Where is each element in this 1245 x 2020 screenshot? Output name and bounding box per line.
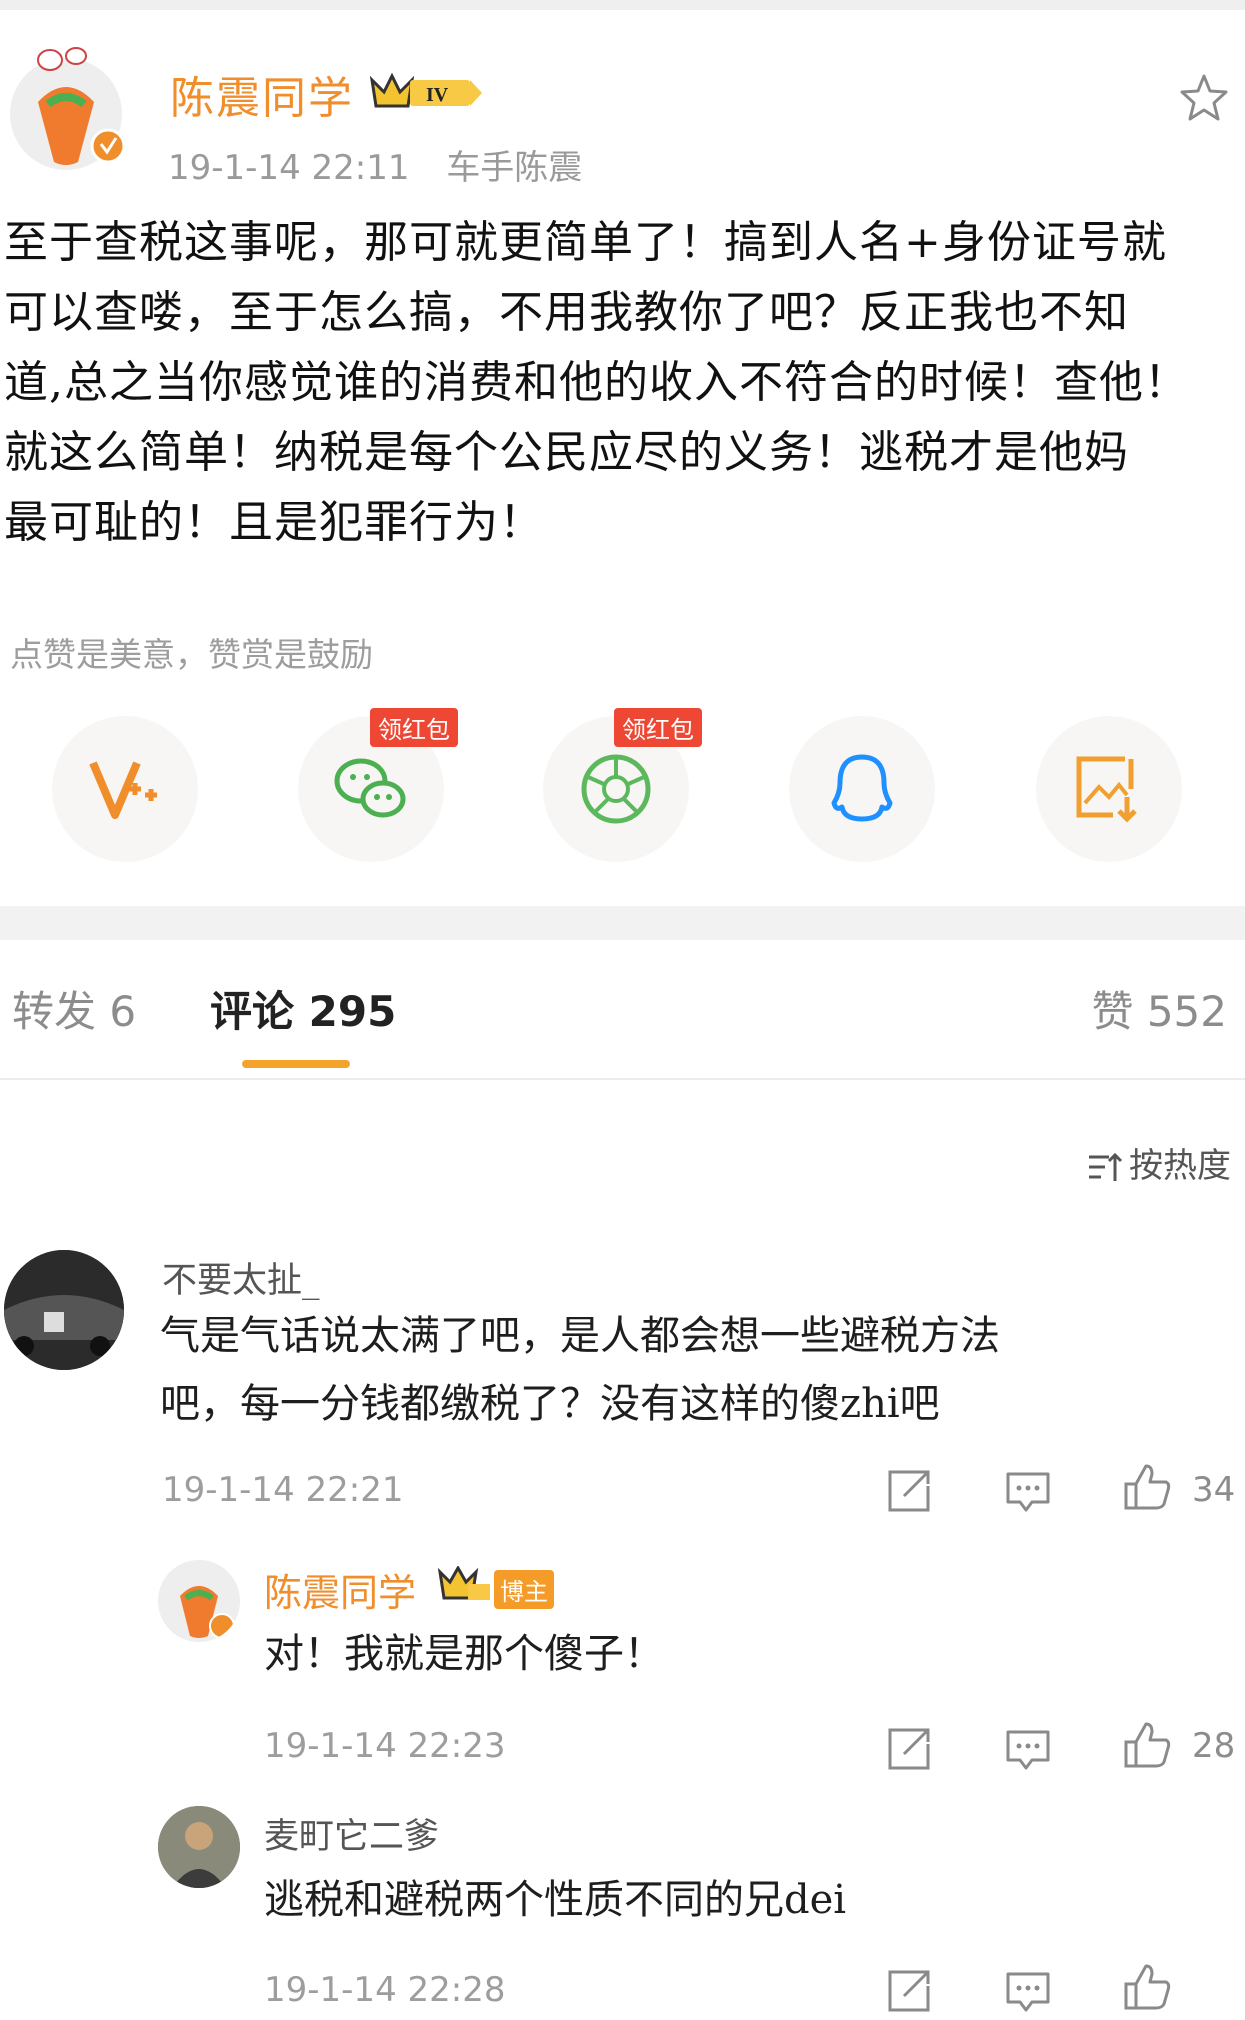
tabs-divider: [0, 1078, 1245, 1080]
reply-text: 对！我就是那个傻子！: [264, 1620, 1164, 1688]
reply-icon[interactable]: [1004, 1970, 1052, 2014]
author-avatar[interactable]: [8, 42, 130, 172]
commenter-avatar[interactable]: [4, 1250, 124, 1370]
top-strip: [0, 0, 1245, 10]
repost-icon[interactable]: [886, 1968, 932, 2014]
post-source: 车手陈震: [446, 148, 583, 188]
tab-forward[interactable]: 转发 6: [12, 978, 136, 1039]
hongbao-tag: 领红包: [614, 708, 702, 747]
repost-icon[interactable]: [886, 1726, 932, 1772]
share-row: 领红包 领红包: [0, 708, 1245, 866]
sort-label: 按热度: [1129, 1146, 1231, 1186]
reply-user-avatar[interactable]: [158, 1806, 240, 1888]
moments-icon: [581, 754, 651, 824]
like-thumb-icon[interactable]: [1122, 1720, 1172, 1770]
sort-icon: [1089, 1152, 1123, 1181]
comment-text: 气是气话说太满了吧，是人都会想一些避税方法 吧，每一分钱都缴税了？没有这样的傻z…: [160, 1302, 1220, 1438]
vplus-icon: [89, 761, 157, 819]
vplus-button[interactable]: [52, 716, 198, 862]
crown-icon: [438, 1566, 490, 1600]
comment-time: 19-1-14 22:21: [162, 1470, 404, 1510]
vip-level-badge: IV: [369, 72, 486, 116]
sort-by-hot-button[interactable]: 按热度: [1087, 1138, 1231, 1187]
favorite-star-icon[interactable]: [1178, 72, 1230, 124]
post-body: 至于查税这事呢，那可就更简单了！搞到人名+身份证号就 可以查喽，至于怎么搞，不用…: [4, 208, 1244, 558]
hongbao-tag: 领红包: [370, 708, 458, 747]
reply-time: 19-1-14 22:23: [264, 1726, 506, 1766]
like-thumb-icon[interactable]: [1122, 1962, 1172, 2012]
section-divider: [0, 906, 1245, 940]
qq-icon: [831, 754, 893, 822]
commenter-name[interactable]: 不要太扯_: [162, 1252, 320, 1303]
post-line: 可以查喽，至于怎么搞，不用我教你了吧？反正我也不知: [4, 287, 1129, 338]
comment-line: 气是气话说太满了吧，是人都会想一些避税方法: [160, 1313, 1000, 1359]
tip-text: 点赞是美意，赞赏是鼓励: [10, 635, 373, 674]
reply-user-name[interactable]: 麦町它二爹: [264, 1808, 439, 1859]
tab-likes[interactable]: 赞 552: [1091, 978, 1227, 1039]
save-image-icon: [1076, 756, 1137, 823]
like-thumb-icon[interactable]: [1122, 1462, 1172, 1512]
post-line: 最可耻的！且是犯罪行为！: [4, 497, 544, 548]
reply-line: 对！我就是那个傻子！: [264, 1631, 664, 1677]
reply-line: 逃税和避税两个性质不同的兄dei: [264, 1877, 847, 1923]
reply-time: 19-1-14 22:28: [264, 1970, 506, 2010]
comment-line: 吧，每一分钱都缴税了？没有这样的傻zhi吧: [160, 1381, 940, 1427]
level-text: IV: [426, 84, 449, 106]
blogger-badge: 博主: [494, 1570, 554, 1609]
qq-share-button[interactable]: [789, 716, 935, 862]
save-image-button[interactable]: [1036, 716, 1182, 862]
reply-icon[interactable]: [1004, 1728, 1052, 1772]
post-time: 19-1-14 22:11: [168, 148, 410, 188]
active-tab-indicator: [242, 1060, 350, 1068]
repost-icon[interactable]: [886, 1468, 932, 1514]
post-meta: 19-1-14 22:11 车手陈震: [168, 140, 608, 189]
author-name[interactable]: 陈震同学: [170, 62, 354, 126]
reply-icon[interactable]: [1004, 1470, 1052, 1514]
wechat-icon: [334, 758, 406, 818]
post-line: 至于查税这事呢，那可就更简单了！搞到人名+身份证号就: [4, 217, 1167, 268]
post-line: 就这么简单！纳税是每个公民应尽的义务！逃税才是他妈: [4, 427, 1129, 478]
like-count: 34: [1192, 1470, 1236, 1510]
reply-text: 逃税和避税两个性质不同的兄dei: [264, 1866, 1164, 1934]
tab-comments[interactable]: 评论 295: [210, 978, 396, 1039]
reply-author-avatar[interactable]: [158, 1560, 240, 1642]
reply-author-name[interactable]: 陈震同学: [264, 1562, 416, 1617]
like-count: 28: [1192, 1726, 1236, 1766]
post-line: 道,总之当你感觉谁的消费和他的收入不符合的时候！查他！: [4, 357, 1189, 408]
